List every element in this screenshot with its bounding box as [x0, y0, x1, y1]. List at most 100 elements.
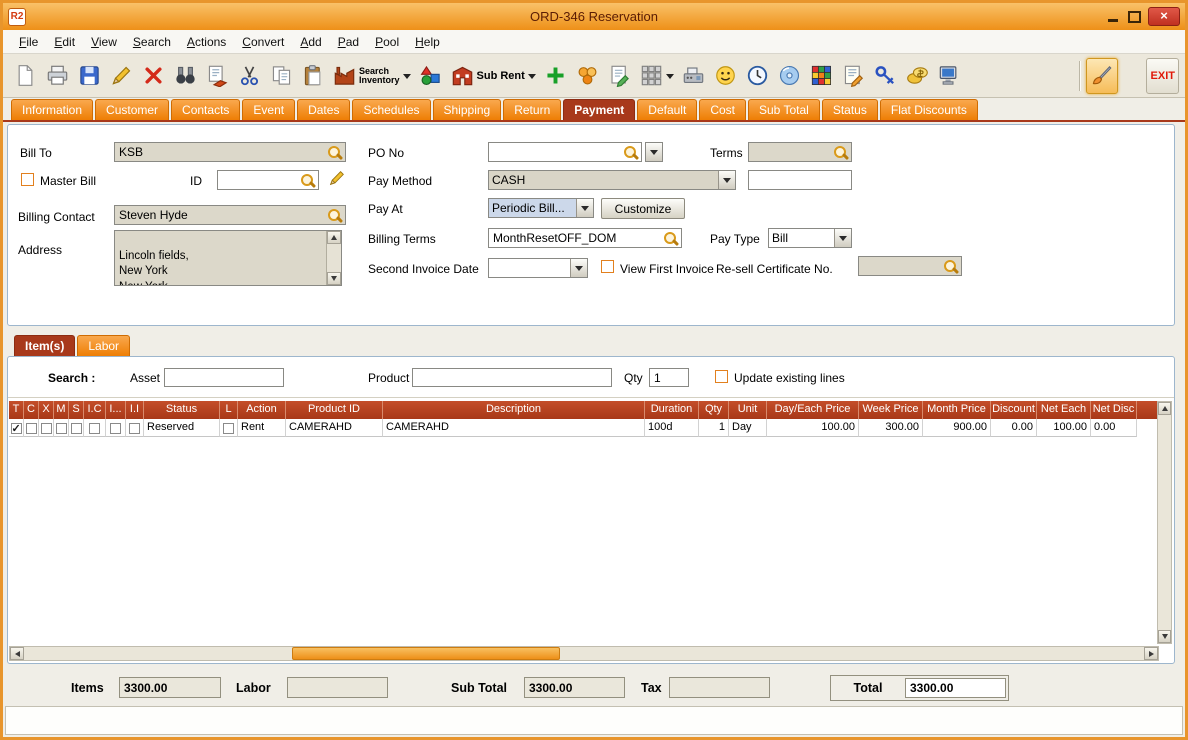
find-binoculars-button[interactable]	[169, 58, 201, 94]
scroll-up-button[interactable]	[1158, 402, 1171, 415]
tab-dates[interactable]: Dates	[297, 99, 350, 120]
view-first-invoice-checkbox[interactable]	[601, 260, 614, 273]
tab-payment[interactable]: Payment	[563, 99, 635, 120]
tab-cost[interactable]: Cost	[699, 99, 746, 120]
column-header-day-each-price[interactable]: Day/Each Price	[767, 401, 859, 419]
paste-button[interactable]	[297, 58, 329, 94]
search-icon[interactable]	[301, 174, 315, 188]
print-button[interactable]	[41, 58, 73, 94]
search-icon[interactable]	[328, 146, 342, 160]
exit-button[interactable]: EXIT	[1146, 58, 1179, 94]
row-checkbox-x[interactable]	[41, 423, 52, 434]
sub-rent-button[interactable]: Sub Rent	[447, 58, 540, 94]
items-horizontal-scrollbar[interactable]	[9, 646, 1159, 661]
pay-method-extra-field[interactable]	[748, 170, 852, 190]
add-button[interactable]	[540, 58, 572, 94]
note-pencil-button[interactable]	[838, 58, 870, 94]
address-scrollbar[interactable]	[326, 231, 341, 285]
column-header-x[interactable]: X	[39, 401, 54, 419]
scroll-down-button[interactable]	[1158, 630, 1171, 643]
product-search-input[interactable]	[412, 368, 612, 387]
column-header-m[interactable]: M	[54, 401, 69, 419]
tab-status[interactable]: Status	[822, 99, 878, 120]
tab-return[interactable]: Return	[503, 99, 561, 120]
row-checkbox-t[interactable]	[11, 423, 22, 434]
disk-button[interactable]	[774, 58, 806, 94]
column-header-i-i[interactable]: I.I	[126, 401, 144, 419]
shapes-button[interactable]	[415, 58, 447, 94]
column-header-week-price[interactable]: Week Price	[859, 401, 923, 419]
menu-add[interactable]: Add	[292, 32, 329, 52]
terms-field[interactable]	[748, 142, 852, 162]
delete-button[interactable]	[137, 58, 169, 94]
table-row[interactable]: ReservedRentCAMERAHDCAMERAHD100d1Day100.…	[9, 419, 1159, 437]
column-header-qty[interactable]: Qty	[699, 401, 729, 419]
chevron-down-icon[interactable]	[570, 259, 587, 277]
row-checkbox-l[interactable]	[223, 423, 234, 434]
search-inventory-button[interactable]: Search Inventory	[329, 58, 415, 94]
computer-button[interactable]	[934, 58, 966, 94]
column-header-description[interactable]: Description	[383, 401, 645, 419]
save-button[interactable]	[73, 58, 105, 94]
tab-flat-discounts[interactable]: Flat Discounts	[880, 99, 978, 120]
tab-default[interactable]: Default	[637, 99, 697, 120]
smiley-button[interactable]	[710, 58, 742, 94]
column-header-i-c[interactable]: I.C	[84, 401, 106, 419]
row-checkbox-s[interactable]	[71, 423, 82, 434]
column-header-unit[interactable]: Unit	[729, 401, 767, 419]
pay-method-combobox[interactable]: CASH	[488, 170, 736, 190]
resell-certificate-field[interactable]	[858, 256, 962, 276]
search-icon[interactable]	[834, 146, 848, 160]
row-checkbox-i[interactable]	[110, 423, 121, 434]
column-header-i[interactable]: I...	[106, 401, 126, 419]
copy-button[interactable]	[265, 58, 297, 94]
scroll-right-button[interactable]	[1144, 647, 1158, 660]
key-button[interactable]	[870, 58, 902, 94]
row-checkbox-i-c[interactable]	[89, 423, 100, 434]
menu-help[interactable]: Help	[407, 32, 448, 52]
close-button[interactable]: ×	[1148, 7, 1180, 26]
menu-file[interactable]: File	[11, 32, 46, 52]
chevron-down-icon[interactable]	[576, 199, 593, 217]
address-field[interactable]: Lincoln fields, New York New York	[114, 230, 342, 286]
billing-terms-field[interactable]: MonthResetOFF_DOM	[488, 228, 682, 248]
menu-edit[interactable]: Edit	[46, 32, 83, 52]
asset-search-input[interactable]	[164, 368, 284, 387]
master-bill-checkbox[interactable]	[21, 173, 34, 186]
tab-customer[interactable]: Customer	[95, 99, 169, 120]
pay-type-combobox[interactable]: Bill	[768, 228, 852, 248]
export-notes-button[interactable]	[201, 58, 233, 94]
column-header-net-disc[interactable]: Net Disc	[1091, 401, 1137, 419]
cube-button[interactable]	[806, 58, 838, 94]
chevron-down-icon[interactable]	[834, 229, 851, 247]
column-header-net-each[interactable]: Net Each	[1037, 401, 1091, 419]
column-header-duration[interactable]: Duration	[645, 401, 699, 419]
menu-pad[interactable]: Pad	[330, 32, 367, 52]
column-header-discount[interactable]: Discount	[991, 401, 1037, 419]
menu-pool[interactable]: Pool	[367, 32, 407, 52]
column-header-status[interactable]: Status	[144, 401, 220, 419]
column-header-c[interactable]: C	[24, 401, 39, 419]
chevron-down-icon[interactable]	[403, 74, 411, 83]
customize-button[interactable]: Customize	[601, 198, 685, 219]
column-header-t[interactable]: T	[9, 401, 24, 419]
po-no-field[interactable]	[488, 142, 642, 162]
brush-button[interactable]	[1086, 58, 1118, 94]
tab-event[interactable]: Event	[242, 99, 295, 120]
search-icon[interactable]	[328, 209, 342, 223]
second-invoice-date-field[interactable]	[488, 258, 588, 278]
id-edit-button[interactable]	[326, 169, 348, 190]
qty-input[interactable]: 1	[649, 368, 689, 387]
note-edit-button[interactable]	[604, 58, 636, 94]
chevron-down-icon[interactable]	[666, 74, 674, 83]
id-field[interactable]	[217, 170, 319, 190]
scroll-left-button[interactable]	[10, 647, 24, 660]
column-header-action[interactable]: Action	[238, 401, 286, 419]
tab-contacts[interactable]: Contacts	[171, 99, 240, 120]
clock-button[interactable]	[742, 58, 774, 94]
items-tab-item-s[interactable]: Item(s)	[14, 335, 75, 356]
column-header-l[interactable]: L	[220, 401, 238, 419]
row-checkbox-c[interactable]	[26, 423, 37, 434]
chevron-down-icon[interactable]	[528, 74, 536, 83]
column-header-month-price[interactable]: Month Price	[923, 401, 991, 419]
